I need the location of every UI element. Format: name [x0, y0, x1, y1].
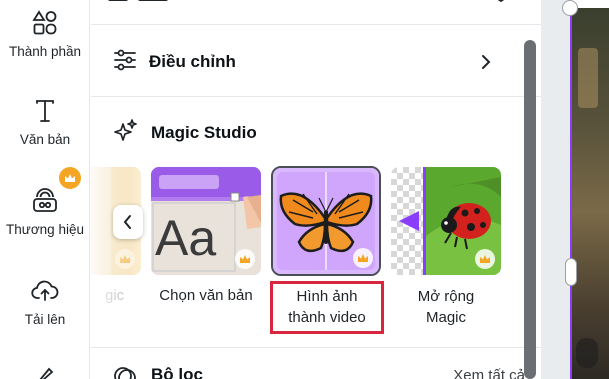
scrolled-content-fragment — [108, 0, 508, 4]
resize-handle[interactable] — [562, 0, 578, 16]
crown-icon — [475, 249, 495, 269]
magic-studio-title: Magic Studio — [151, 123, 257, 142]
card-grab-text[interactable]: Aa — [151, 167, 261, 275]
card-magic-expand-label: Mở rộng Magic — [417, 288, 475, 326]
rail-item-uploads[interactable]: Tải lên — [0, 276, 90, 327]
canvas-preview[interactable] — [570, 8, 609, 379]
filter-icon — [113, 364, 137, 379]
canvas-gutter — [541, 0, 570, 379]
side-panel: Điều chỉnh Magic Studio gic — [91, 0, 541, 379]
adjust-row[interactable]: Điều chỉnh — [113, 44, 493, 80]
card-grab-text-label: Chọn văn bản — [159, 287, 253, 304]
see-all-link[interactable]: Xem tất cả — [453, 367, 525, 379]
magic-studio-header: Magic Studio — [113, 118, 257, 148]
highlight-box — [270, 281, 384, 334]
adjust-label: Điều chỉnh — [149, 52, 236, 71]
chevron-right-icon — [479, 52, 493, 77]
rail-item-brand[interactable]: Thương hiệu — [0, 186, 90, 237]
filters-label: Bộ lọc — [151, 365, 203, 379]
draw-icon[interactable] — [37, 366, 55, 379]
upload-icon — [30, 276, 60, 306]
svg-text:Aa: Aa — [155, 210, 216, 266]
rail-label: Tải lên — [24, 312, 66, 327]
adjust-sliders-icon — [113, 48, 137, 77]
rail-label: Văn bản — [19, 132, 71, 147]
panel-scrollbar[interactable] — [524, 40, 536, 379]
elements-icon — [30, 8, 60, 38]
magic-sparkle-icon — [113, 118, 139, 149]
divider — [91, 24, 541, 25]
filters-row: Bộ lọc Xem tất cả — [113, 362, 525, 379]
card-magic-expand[interactable] — [391, 167, 501, 275]
fade-overlay — [91, 165, 131, 345]
divider — [91, 347, 541, 348]
rail-label: Thành phần — [8, 44, 82, 59]
divider — [91, 96, 541, 97]
brand-icon — [30, 186, 60, 216]
left-rail: Thành phần Văn bản Thương hiệu Tải lên — [0, 0, 90, 379]
rail-label: Thương hiệu — [6, 222, 84, 237]
crown-icon — [235, 249, 255, 269]
rail-item-elements[interactable]: Thành phần — [0, 8, 90, 59]
crown-icon — [353, 248, 373, 268]
rail-item-text[interactable]: Văn bản — [0, 96, 90, 147]
side-resize-handle[interactable] — [565, 258, 577, 286]
card-image-to-video[interactable] — [271, 166, 381, 276]
carousel-prev-button[interactable] — [113, 205, 143, 239]
text-icon — [30, 96, 60, 126]
